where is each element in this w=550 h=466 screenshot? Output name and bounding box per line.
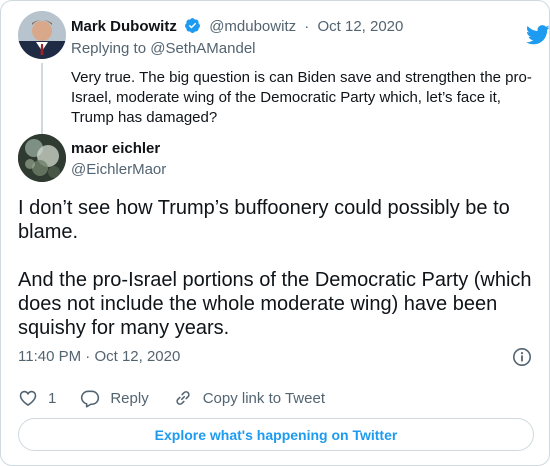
copy-link-label: Copy link to Tweet bbox=[202, 389, 325, 407]
replying-to-handle[interactable]: @SethAMandel bbox=[150, 40, 255, 57]
reply-label: Reply bbox=[110, 389, 149, 407]
like-count: 1 bbox=[48, 389, 57, 407]
reply-button[interactable]: Reply bbox=[80, 388, 149, 408]
replying-to: Replying to @SethAMandel bbox=[71, 40, 256, 57]
main-tweet-text: I don’t see how Trump’s buffoonery could… bbox=[18, 197, 532, 339]
heart-icon bbox=[19, 390, 37, 407]
tweet-actions: 1 Reply Copy link to Tweet bbox=[18, 387, 349, 409]
avatar-parent[interactable] bbox=[18, 11, 66, 59]
tweet-embed-card: Mark Dubowitz @mdubowitz · Oct 12, 2020 … bbox=[0, 0, 550, 466]
parent-handle[interactable]: @mdubowitz bbox=[209, 18, 296, 35]
parent-date[interactable]: Oct 12, 2020 bbox=[317, 18, 403, 35]
twitter-bird-icon[interactable] bbox=[526, 25, 550, 50]
tweet-time[interactable]: 11:40 PM bbox=[18, 348, 81, 365]
parent-author-name[interactable]: Mark Dubowitz bbox=[71, 18, 177, 35]
verified-badge-icon bbox=[184, 17, 201, 38]
dot-separator: · bbox=[85, 348, 91, 365]
explore-button[interactable]: Explore what's happening on Twitter bbox=[18, 418, 534, 451]
like-button[interactable]: 1 bbox=[18, 388, 56, 408]
avatar-main[interactable] bbox=[18, 134, 66, 182]
main-handle[interactable]: @EichlerMaor bbox=[71, 161, 166, 178]
dot-separator: · bbox=[304, 18, 310, 35]
info-icon[interactable] bbox=[512, 347, 532, 372]
copy-link-button[interactable]: Copy link to Tweet bbox=[173, 388, 325, 408]
tweet-date[interactable]: Oct 12, 2020 bbox=[94, 348, 180, 365]
reply-bubble-icon bbox=[81, 390, 100, 408]
tweet-timestamp[interactable]: 11:40 PM · Oct 12, 2020 bbox=[18, 348, 180, 365]
main-author-name[interactable]: maor eichler bbox=[71, 140, 160, 157]
link-icon bbox=[176, 391, 190, 405]
replying-to-prefix: Replying to bbox=[71, 40, 147, 57]
parent-tweet-text: Very true. The big question is can Biden… bbox=[71, 69, 532, 126]
thread-line bbox=[41, 63, 43, 135]
parent-header: Mark Dubowitz @mdubowitz · Oct 12, 2020 bbox=[71, 17, 403, 38]
